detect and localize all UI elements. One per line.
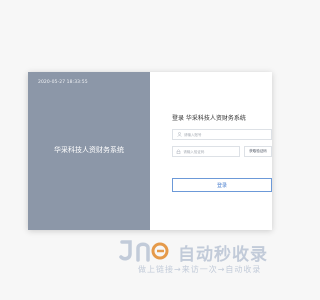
login-form: 登录 华采科技人资财务系统 获取验证码 登录	[150, 72, 272, 230]
user-icon	[175, 131, 183, 139]
brand-panel: 2020-05-27 18:33:55 华采科技人资财务系统	[28, 72, 150, 230]
brand-title: 华采科技人资财务系统	[54, 146, 124, 154]
watermark: 自动秒收录 做上链接→来访一次→自动收录	[118, 240, 288, 280]
login-card: 2020-05-27 18:33:55 华采科技人资财务系统 登录 华采科技人资…	[28, 72, 272, 230]
datetime-text: 2020-05-27 18:33:55	[38, 80, 88, 85]
watermark-name: 自动秒收录	[178, 245, 268, 265]
get-code-button[interactable]: 获取验证码	[244, 146, 272, 157]
watermark-slogan: 做上链接→来访一次→自动收录	[138, 265, 262, 274]
login-title: 登录 华采科技人资财务系统	[172, 115, 246, 122]
code-field[interactable]	[172, 146, 240, 157]
username-input[interactable]	[184, 132, 244, 137]
watermark-logo-icon	[119, 240, 169, 262]
login-button[interactable]: 登录	[172, 178, 272, 192]
code-input[interactable]	[183, 149, 239, 154]
username-field[interactable]	[172, 129, 272, 140]
lock-icon	[175, 148, 182, 156]
